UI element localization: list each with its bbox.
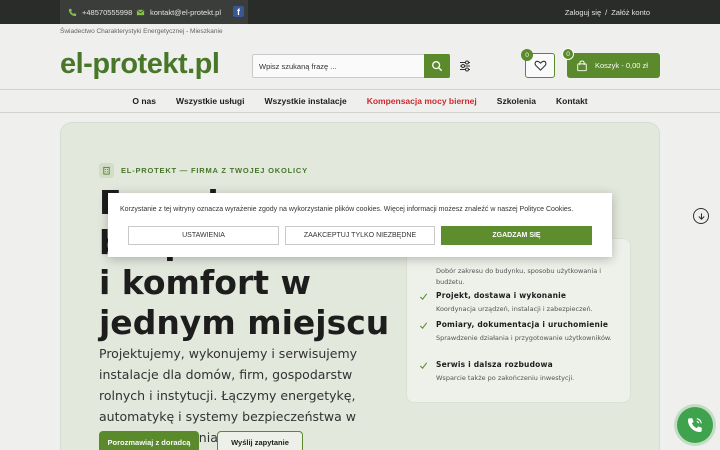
call-button[interactable] <box>677 407 713 443</box>
cookie-banner: Korzystanie z tej witryny oznacza wyraże… <box>108 193 612 257</box>
phone-icon <box>687 418 702 433</box>
accept-necessary-button[interactable]: ZAAKCEPTUJ TYLKO NIEZBĘDNE <box>285 226 435 245</box>
cookie-text: Korzystanie z tej witryny oznacza wyraże… <box>120 206 574 213</box>
cookie-settings-button[interactable]: USTAWIENIA <box>128 226 279 245</box>
accept-all-button[interactable]: ZGADZAM SIĘ <box>441 226 592 245</box>
